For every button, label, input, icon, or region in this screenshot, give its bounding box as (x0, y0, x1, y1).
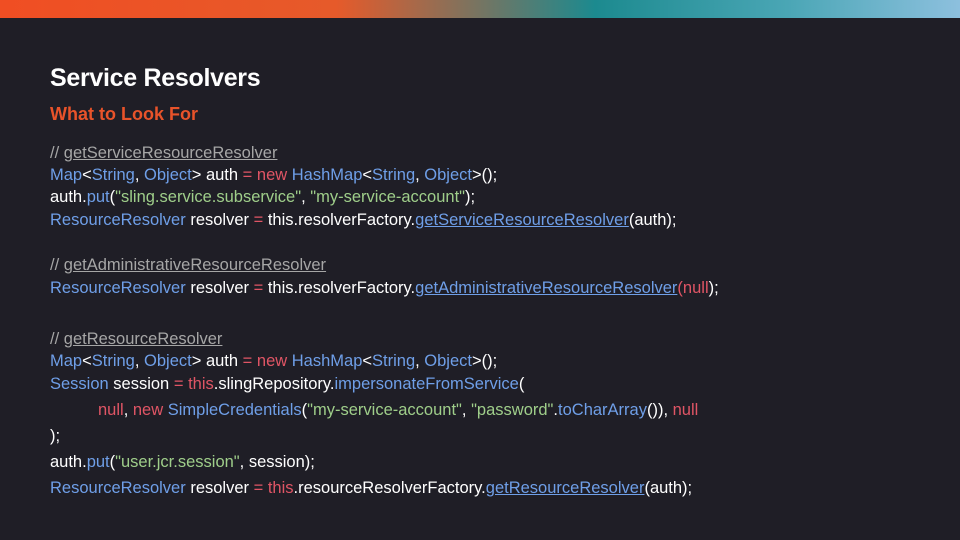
code-line-map-auth: Map<String, Object> auth = new HashMap<S… (50, 164, 497, 186)
variable: resolver (185, 279, 254, 297)
keyword-new: new (256, 352, 288, 370)
type-string: String (372, 352, 416, 370)
punct: (auth); (644, 479, 693, 497)
object-ref: auth. (50, 188, 87, 206)
keyword-null: null (682, 279, 709, 297)
type-resource-resolver: ResourceResolver (50, 279, 186, 297)
keyword-this: this (267, 479, 294, 497)
code-line-resource-resolver: ResourceResolver resolver = this.resourc… (50, 477, 692, 499)
member-access: this.resolverFactory. (263, 279, 416, 297)
punct: , (134, 352, 145, 370)
type-object: Object (144, 352, 192, 370)
method-put: put (86, 453, 110, 471)
operator: = (242, 166, 253, 184)
punct: , session); (239, 453, 315, 471)
punct: , (415, 166, 425, 184)
code-line-service-resolver: ResourceResolver resolver = this.resolve… (50, 209, 677, 231)
punct: >(); (471, 352, 498, 370)
code-line-close-paren: ); (50, 425, 60, 447)
punct: >(); (471, 166, 498, 184)
string-literal: "sling.service.subservice" (115, 188, 302, 206)
type-hashmap: HashMap (287, 166, 363, 184)
variable: resolver (185, 479, 254, 497)
variable: session (108, 375, 174, 393)
code-line-session: Session session = this.slingRepository.i… (50, 373, 524, 395)
type-simple-credentials: SimpleCredentials (167, 401, 302, 419)
punct: > (191, 166, 202, 184)
top-gradient-bar (0, 0, 960, 18)
punct: < (362, 352, 373, 370)
code-line-map-auth-2: Map<String, Object> auth = new HashMap<S… (50, 350, 497, 372)
type-string: String (91, 352, 135, 370)
code-line-auth-put: auth.put("sling.service.subservice", "my… (50, 186, 475, 208)
operator: = (242, 352, 253, 370)
type-object: Object (424, 352, 472, 370)
method-impersonate: impersonateFromService (334, 375, 519, 393)
punct: , (123, 401, 133, 419)
code-line-administrative-resolver: ResourceResolver resolver = this.resolve… (50, 277, 719, 299)
slide-title: Service Resolvers (50, 64, 261, 92)
operator: = (253, 479, 264, 497)
member-access: this.resolverFactory. (263, 211, 416, 229)
variable: resolver (185, 211, 254, 229)
string-literal: "user.jcr.session" (115, 453, 240, 471)
comment-prefix: // (50, 144, 64, 162)
keyword-null: null (98, 401, 124, 419)
method-put: put (86, 188, 110, 206)
method-to-char-array: toCharArray (558, 401, 647, 419)
type-string: String (91, 166, 135, 184)
slide-subtitle: What to Look For (50, 104, 198, 124)
punct: (auth); (628, 211, 677, 229)
variable: auth (201, 166, 243, 184)
punct: ()), (646, 401, 673, 419)
punct: , (415, 352, 425, 370)
type-object: Object (424, 166, 472, 184)
string-literal: "my-service-account" (310, 188, 466, 206)
punct: < (82, 166, 92, 184)
keyword-null: null (672, 401, 699, 419)
code-line-credentials: null, new SimpleCredentials("my-service-… (98, 399, 698, 421)
punct: , (301, 188, 311, 206)
comment-link-administrative-resolver[interactable]: getAdministrativeResourceResolver (64, 256, 326, 274)
comment-prefix: // (50, 330, 64, 348)
object-ref: auth. (50, 453, 87, 471)
comment-prefix: // (50, 256, 64, 274)
member-access: .slingRepository. (213, 375, 335, 393)
member-access: .resourceResolverFactory. (293, 479, 486, 497)
punct: ( (518, 375, 525, 393)
code-line-auth-put-session: auth.put("user.jcr.session", session); (50, 451, 315, 473)
punct: ); (708, 279, 719, 297)
punct: < (362, 166, 373, 184)
keyword-this: this (188, 375, 214, 393)
link-get-service-resource-resolver[interactable]: getServiceResourceResolver (415, 211, 629, 229)
type-map: Map (50, 352, 83, 370)
link-get-administrative-resource-resolver[interactable]: getAdministrativeResourceResolver (415, 279, 677, 297)
punct: , (461, 401, 472, 419)
comment-link-service-resolver[interactable]: getServiceResourceResolver (64, 144, 278, 162)
punct: , (134, 166, 145, 184)
type-string: String (372, 166, 416, 184)
operator: = (253, 211, 264, 229)
type-object: Object (144, 166, 192, 184)
punct: < (82, 352, 92, 370)
code-comment-resource-resolver: // getResourceResolver (50, 328, 222, 350)
type-session: Session (50, 375, 109, 393)
punct: ); (50, 427, 61, 445)
type-hashmap: HashMap (287, 352, 363, 370)
punct: > (191, 352, 202, 370)
type-resource-resolver: ResourceResolver (50, 211, 186, 229)
code-comment-service-resolver: // getServiceResourceResolver (50, 142, 277, 164)
code-comment-administrative-resolver: // getAdministrativeResourceResolver (50, 254, 326, 276)
variable: auth (201, 352, 243, 370)
keyword-new: new (132, 401, 164, 419)
link-get-resource-resolver[interactable]: getResourceResolver (486, 479, 645, 497)
type-resource-resolver: ResourceResolver (50, 479, 186, 497)
punct: ); (465, 188, 476, 206)
string-literal: "password" (471, 401, 554, 419)
string-literal: "my-service-account" (307, 401, 462, 419)
comment-link-resource-resolver[interactable]: getResourceResolver (64, 330, 223, 348)
type-map: Map (50, 166, 83, 184)
keyword-new: new (256, 166, 288, 184)
operator: = (253, 279, 264, 297)
